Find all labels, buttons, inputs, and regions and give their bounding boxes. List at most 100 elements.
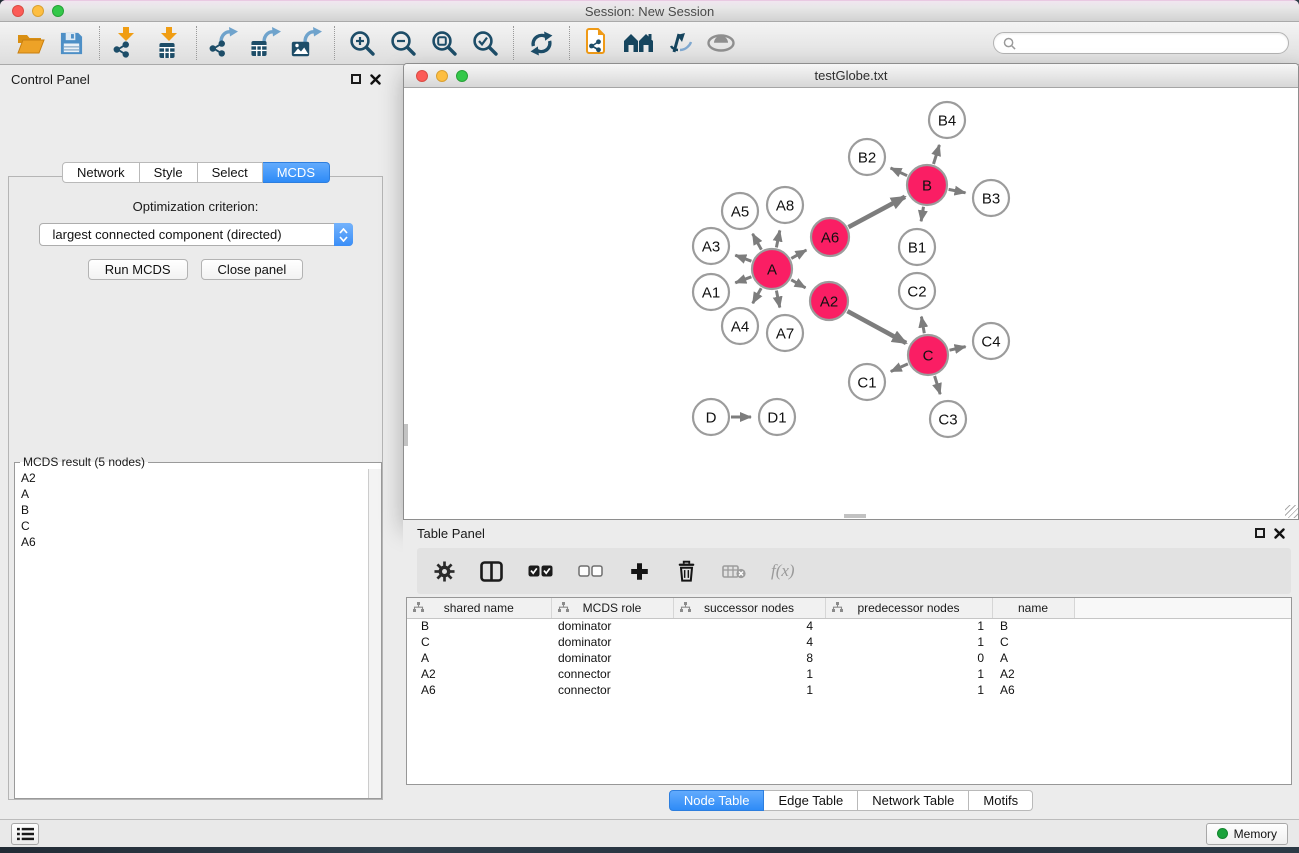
graph-edge-A-A5[interactable] [753,234,762,250]
tab-mcds[interactable]: MCDS [263,162,330,183]
graph-edge-A-A8[interactable] [776,231,779,248]
tab-select[interactable]: Select [198,162,263,183]
graph-edge-A2-C[interactable] [847,311,906,343]
table-tab-node-table[interactable]: Node Table [669,790,765,811]
column-header-predecessor-nodes[interactable]: predecessor nodes [825,598,992,618]
close-panel-button[interactable]: Close panel [201,259,304,280]
node-table[interactable]: shared nameMCDS rolesuccessor nodesprede… [407,598,1291,698]
new-network-file-button[interactable] [577,24,618,62]
graph-node-B1[interactable]: B1 [899,229,935,265]
table-tab-network-table[interactable]: Network Table [858,790,969,811]
table-cell[interactable]: C [992,634,1074,650]
graph-node-A2[interactable]: A2 [810,282,848,320]
import-table-button[interactable] [148,24,189,62]
zoom-in-button[interactable] [342,24,383,62]
table-cell[interactable]: 1 [825,618,992,634]
graph-edge-C-C2[interactable] [921,317,924,334]
table-cell[interactable]: B [992,618,1074,634]
mcds-result-item[interactable]: A [21,486,381,502]
canvas-vertical-scrollbar[interactable] [404,424,408,446]
zoom-out-button[interactable] [383,24,424,62]
table-cell[interactable]: A6 [407,682,551,698]
graph-node-C1[interactable]: C1 [849,364,885,400]
table-cell[interactable]: dominator [551,634,673,650]
float-table-panel-icon[interactable] [1255,528,1265,538]
mcds-result-item[interactable]: A6 [21,534,381,550]
hide-annotations-button[interactable] [659,24,700,62]
close-panel-icon[interactable] [370,74,381,85]
zoom-fit-button[interactable] [424,24,465,62]
save-session-button[interactable] [51,24,92,62]
table-cell[interactable]: B [407,618,551,634]
network-canvas[interactable]: B4B2BB3A8A5A6A3B1AA1C2A2A4A7C4CC1DD1C3 [404,88,1298,518]
function-builder-button[interactable]: f(x) [771,556,795,586]
graph-node-B[interactable]: B [907,165,947,205]
window-resize-grip[interactable] [1285,505,1298,518]
memory-button[interactable]: Memory [1206,823,1288,845]
table-cell[interactable]: dominator [551,650,673,666]
float-panel-icon[interactable] [351,74,361,84]
open-session-button[interactable] [10,24,51,62]
table-cell[interactable]: 8 [673,650,825,666]
graph-edge-B-B4[interactable] [934,145,940,164]
table-cell[interactable]: 1 [825,666,992,682]
graph-edge-A-A3[interactable] [735,255,751,261]
table-cell[interactable]: A2 [407,666,551,682]
mcds-result-item[interactable]: A2 [21,470,381,486]
graph-edge-B-B1[interactable] [921,207,923,222]
graph-edge-A-A1[interactable] [735,277,751,283]
graph-node-A3[interactable]: A3 [693,228,729,264]
graph-edge-A-A6[interactable] [791,250,806,258]
graph-node-D[interactable]: D [693,399,729,435]
graph-edge-C-C4[interactable] [950,347,966,351]
column-header-name[interactable]: name [992,598,1074,618]
graph-node-C4[interactable]: C4 [973,323,1009,359]
graph-node-A5[interactable]: A5 [722,193,758,229]
column-header-shared-name[interactable]: shared name [407,598,551,618]
table-cell[interactable]: 1 [825,682,992,698]
mcds-result-item[interactable]: C [21,518,381,534]
birdseye-toggle-button[interactable] [700,24,741,62]
table-row[interactable]: A6connector11A6 [407,682,1291,698]
graph-edge-B-B2[interactable] [891,168,908,176]
home-view-button[interactable] [618,24,659,62]
run-mcds-button[interactable]: Run MCDS [88,259,188,280]
graph-node-C[interactable]: C [908,335,948,375]
table-cell[interactable]: 0 [825,650,992,666]
graph-edge-A6-B[interactable] [849,197,906,227]
destroy-table-button[interactable] [722,556,746,586]
close-table-panel-icon[interactable] [1274,528,1285,539]
graph-edge-B-B3[interactable] [949,189,966,192]
deselect-all-columns-button[interactable] [578,556,603,586]
table-cell[interactable]: 4 [673,618,825,634]
graph-node-A1[interactable]: A1 [693,274,729,310]
delete-columns-button[interactable] [675,556,697,586]
table-tab-motifs[interactable]: Motifs [969,790,1033,811]
table-cell[interactable]: A6 [992,682,1074,698]
graph-node-A4[interactable]: A4 [722,308,758,344]
column-view-button[interactable] [480,556,503,586]
table-cell[interactable]: connector [551,666,673,682]
table-cell[interactable]: A [407,650,551,666]
table-row[interactable]: Bdominator41B [407,618,1291,634]
network-window-titlebar[interactable]: testGlobe.txt [404,64,1298,88]
canvas-horizontal-scrollbar[interactable] [844,514,866,518]
graph-node-A7[interactable]: A7 [767,315,803,351]
table-cell[interactable]: 1 [673,666,825,682]
task-history-button[interactable] [11,823,39,845]
graph-edge-A-A4[interactable] [753,288,762,303]
table-cell[interactable]: dominator [551,618,673,634]
graph-edge-A-A7[interactable] [776,291,779,308]
search-input[interactable] [1022,36,1279,51]
table-row[interactable]: Adominator80A [407,650,1291,666]
table-settings-button[interactable] [433,556,455,586]
graph-node-B3[interactable]: B3 [973,180,1009,216]
table-cell[interactable]: A [992,650,1074,666]
graph-node-A[interactable]: A [752,249,792,289]
table-cell[interactable]: 1 [825,634,992,650]
export-network-button[interactable] [204,24,245,62]
criterion-select[interactable]: largest connected component (directed) [39,223,353,246]
export-table-button[interactable] [245,24,286,62]
table-cell[interactable]: connector [551,682,673,698]
graph-edge-C-C3[interactable] [935,376,941,394]
